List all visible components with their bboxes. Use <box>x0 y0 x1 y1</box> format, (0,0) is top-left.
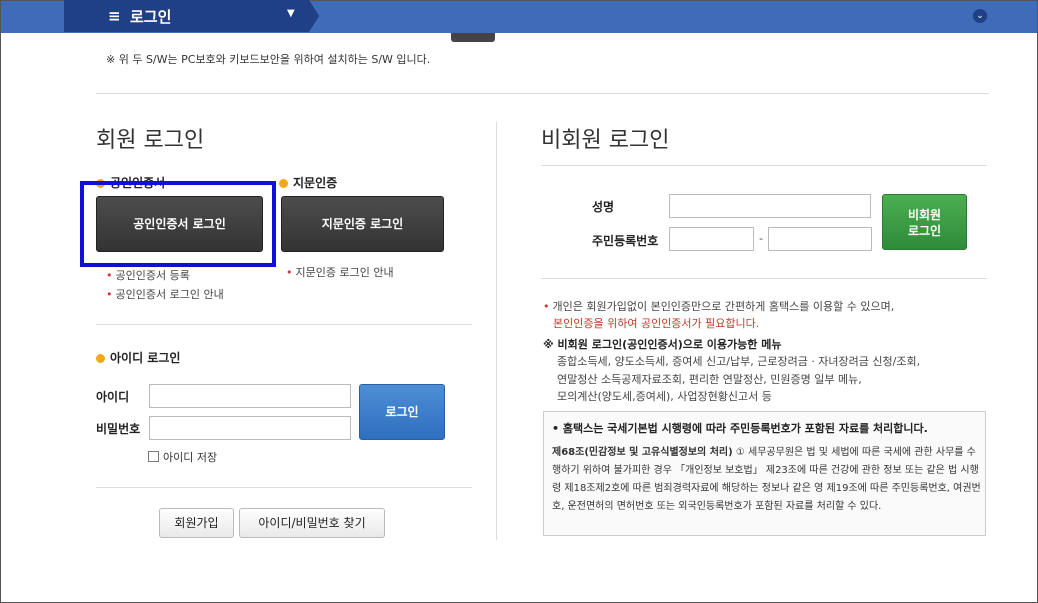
guest-menu-line: 모의계산(양도세,증여세), 사업장현황신고서 등 <box>557 390 772 403</box>
rrn-dash: - <box>759 232 763 245</box>
password-input[interactable] <box>149 416 351 440</box>
menu-tab[interactable] <box>64 0 309 32</box>
cert-register-link[interactable]: • 공인인증서 등록 <box>106 267 190 283</box>
guest-login-button-line1: 비회원 <box>907 208 942 222</box>
legal-notice-heading: • 홈택스는 국세기본법 시행령에 따라 주민등록번호가 포함된 자료를 처리합… <box>552 422 928 435</box>
rrn-back-input[interactable] <box>768 227 872 251</box>
guest-login-button[interactable]: 비회원 로그인 <box>882 194 967 250</box>
divider <box>541 165 987 166</box>
cert-guide-link[interactable]: • 공인인증서 로그인 안내 <box>106 286 224 302</box>
join-button[interactable]: 회원가입 <box>159 508 234 538</box>
name-label: 성명 <box>592 200 615 214</box>
chevron-down-icon[interactable]: ⌄ <box>973 9 987 23</box>
save-id-checkbox[interactable] <box>148 451 159 462</box>
id-login-button[interactable]: 로그인 <box>359 384 445 440</box>
divider <box>96 93 989 94</box>
partial-button[interactable] <box>451 33 495 42</box>
menu-title[interactable]: 로그인 <box>130 6 171 27</box>
id-label: 아이디 <box>96 390 130 404</box>
legal-notice-body: 제68조(민감정보 및 고유식별정보의 처리) ① 세무공무원은 법 및 세법에… <box>552 444 982 516</box>
bullet-icon <box>96 354 105 363</box>
finger-login-button[interactable]: 지문인증 로그인 <box>281 196 444 252</box>
guest-menu-line: 종합소득세, 양도소득세, 증여세 신고/납부, 근로장려금 · 자녀장려금 신… <box>557 355 921 368</box>
guest-info-line2: 본인인증을 위하여 공인인증서가 필요합니다. <box>553 317 760 330</box>
name-input[interactable] <box>669 194 871 218</box>
divider <box>96 324 472 325</box>
vertical-divider <box>496 122 497 540</box>
finger-guide-link[interactable]: • 지문인증 로그인 안내 <box>286 264 394 280</box>
password-label: 비밀번호 <box>96 422 141 436</box>
bullet-icon <box>279 179 288 188</box>
security-software-note: ※ 위 두 S/W는 PC보호와 키보드보안을 위하여 설치하는 S/W 입니다… <box>106 53 431 66</box>
rrn-front-input[interactable] <box>669 227 754 251</box>
id-input[interactable] <box>149 384 351 408</box>
dropdown-caret-icon[interactable]: ▼ <box>287 8 295 19</box>
divider <box>96 487 472 488</box>
guest-menu-line: 연말정산 소득공제자료조회, 편리한 연말정산, 민원증명 일부 메뉴, <box>557 373 862 386</box>
find-id-password-button[interactable]: 아이디/비밀번호 찾기 <box>239 508 385 538</box>
legal-notice-law-title: 제68조(민감정보 및 고유식별정보의 처리) <box>552 447 733 458</box>
rrn-label: 주민등록번호 <box>592 234 659 248</box>
highlight-box <box>80 181 276 267</box>
menu-tab-arrow <box>309 0 319 32</box>
guest-login-title: 비회원 로그인 <box>541 128 670 153</box>
divider <box>541 278 987 279</box>
guest-info-line1: • 개인은 회원가입없이 본인인증만으로 간편하게 홈택스를 이용할 수 있으며, <box>543 300 895 313</box>
save-id-label: 아이디 저장 <box>163 451 218 464</box>
guest-menu-title: ※ 비회원 로그인(공인인증서)으로 이용가능한 메뉴 <box>543 338 782 351</box>
guest-login-button-line2: 로그인 <box>907 224 942 238</box>
id-section-heading: 아이디 로그인 <box>96 349 180 366</box>
finger-section-heading: 지문인증 <box>279 174 337 191</box>
hamburger-menu-icon[interactable]: ≡ <box>108 7 121 25</box>
member-login-title: 회원 로그인 <box>96 128 205 153</box>
